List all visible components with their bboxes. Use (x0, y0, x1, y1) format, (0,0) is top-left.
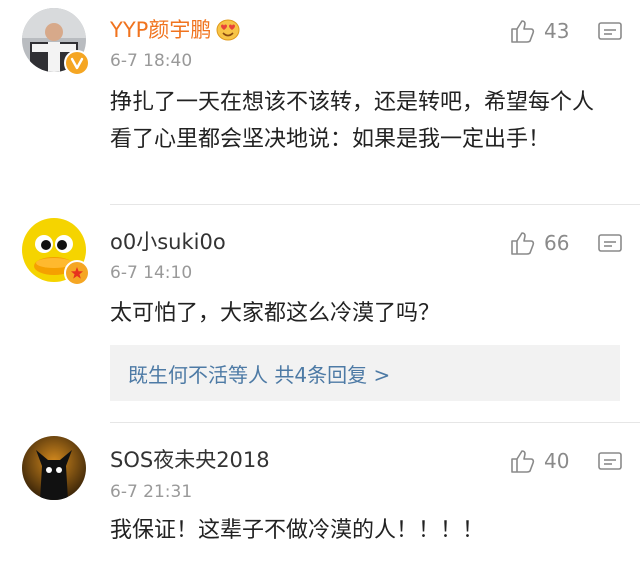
timestamp: 6-7 18:40 (110, 51, 193, 71)
replies-preview[interactable]: 既生何不活等人 共4条回复 > (110, 345, 620, 401)
thumbs-up-icon (511, 20, 535, 43)
like-button[interactable]: 66 (510, 230, 569, 256)
thumbs-up-icon (511, 232, 535, 255)
avatar[interactable] (22, 8, 90, 76)
divider (110, 204, 640, 205)
verified-v-icon (64, 50, 90, 76)
timestamp: 6-7 14:10 (110, 263, 193, 283)
comment-icon[interactable] (598, 22, 622, 48)
like-count: 66 (544, 231, 570, 255)
reply-count-link[interactable]: 共4条回复 > (274, 359, 390, 388)
comment-text: 太可怕了，大家都这么冷漠了吗？ (110, 301, 441, 326)
avatar[interactable] (22, 436, 86, 500)
username[interactable]: YYP颜宇鹏 (110, 17, 241, 42)
reply-author-link[interactable]: 既生何不活等人 (128, 359, 268, 388)
vip-star-icon (64, 260, 90, 286)
like-count: 43 (544, 19, 570, 43)
like-button[interactable]: 40 (510, 448, 569, 474)
like-button[interactable]: 43 (510, 18, 569, 44)
comment-text: 挣扎了一天在想该不该转，还是转吧，希望每个人看了心里都会坚决地说：如果是我一定出… (110, 90, 595, 152)
divider (110, 422, 640, 423)
comment-icon[interactable] (598, 234, 622, 260)
timestamp: 6-7 21:31 (110, 482, 193, 502)
username[interactable]: o0小suki0o (110, 230, 226, 254)
heart-eyes-emoji-icon (215, 17, 241, 41)
thumbs-up-icon (511, 450, 535, 473)
username[interactable]: SOS夜未央2018 (110, 448, 270, 472)
comment-text: 我保证！这辈子不做冷漠的人！！！！ (110, 518, 485, 543)
avatar[interactable] (22, 218, 90, 286)
comment-icon[interactable] (598, 452, 622, 478)
like-count: 40 (544, 449, 570, 473)
